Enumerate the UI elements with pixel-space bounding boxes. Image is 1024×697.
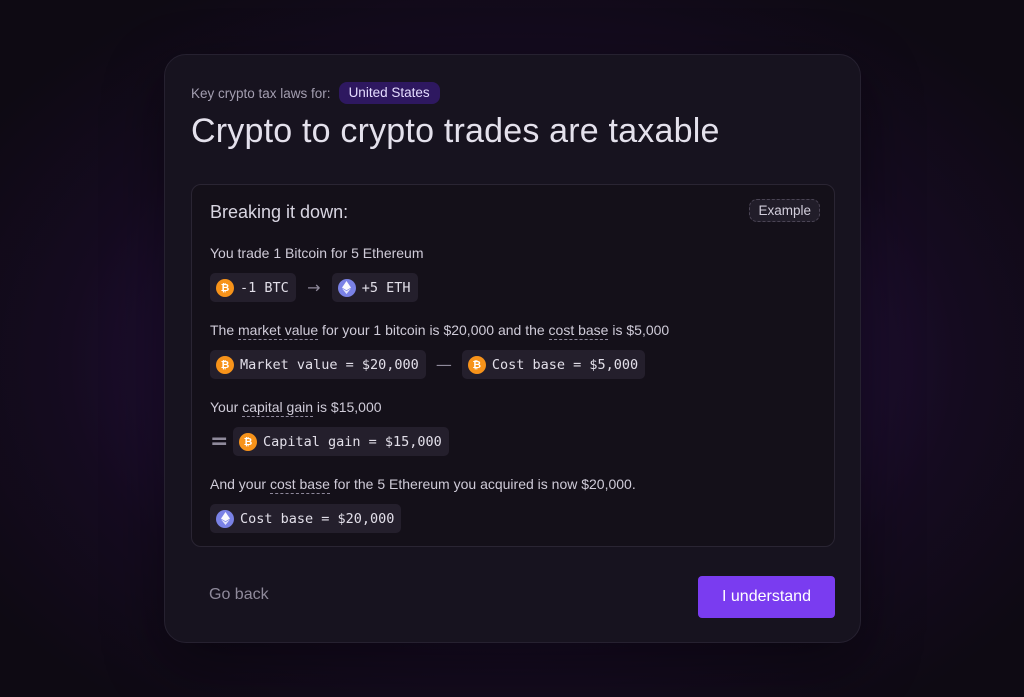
cost-base-chip: ₿ Cost base = $5,000 [461,350,646,379]
capital-gain-term[interactable]: capital gain [242,399,314,417]
step4-text: And your cost base for the 5 Ethereum yo… [210,476,636,494]
step2-row: ₿ Market value = $20,000 — ₿ Cost base =… [210,350,646,379]
chip-label: -1 BTC [240,279,289,296]
chip-label: Cost base = $5,000 [491,356,639,373]
text-segment: for the 5 Ethereum you acquired is now $… [329,476,636,492]
capital-gain-chip: ₿ Capital gain = $15,000 [233,427,449,456]
step2-text: The market value for your 1 bitcoin is $… [210,322,670,340]
step1-text: You trade 1 Bitcoin for 5 Ethereum [210,245,424,261]
example-badge: Example [749,199,820,222]
step1-row: ₿ -1 BTC → +5 ETH [210,273,418,302]
kicker-label: Key crypto tax laws for: [191,85,331,101]
text-segment: is $5,000 [608,322,670,338]
text-segment: The [210,322,239,338]
eth-credit-chip: +5 ETH [331,273,418,302]
go-back-button[interactable]: Go back [209,586,269,604]
eth-cost-base-chip: Cost base = $20,000 [210,504,402,533]
text-segment: for your 1 bitcoin is $20,000 and the [318,322,549,338]
step3-row: = ₿ Capital gain = $15,000 [210,427,449,456]
tax-law-dialog: Key crypto tax laws for: United States C… [164,54,861,643]
ethereum-icon [216,509,234,528]
market-value-term[interactable]: market value [238,322,319,340]
btc-debit-chip: ₿ -1 BTC [210,273,296,302]
i-understand-button[interactable]: I understand [698,576,835,618]
market-value-chip: ₿ Market value = $20,000 [210,350,426,379]
cost-base-term[interactable]: cost base [269,476,330,494]
step4-row: Cost base = $20,000 [210,504,402,533]
text-segment: Your [210,399,243,415]
panel-heading: Breaking it down: [210,202,349,222]
kicker: Key crypto tax laws for: United States [191,82,440,104]
chip-label: Cost base = $20,000 [240,510,395,527]
equals-operator: = [210,429,229,454]
country-badge[interactable]: United States [338,82,440,104]
step3-text: Your capital gain is $15,000 [210,399,382,417]
text-segment: And your [210,476,270,492]
cost-base-term[interactable]: cost base [548,322,609,340]
bitcoin-icon: ₿ [216,355,234,374]
arrow-right-icon: → [307,278,321,297]
bitcoin-icon: ₿ [239,432,257,451]
bitcoin-icon: ₿ [467,355,486,374]
ethereum-icon [337,278,356,297]
chip-label: +5 ETH [361,279,411,296]
minus-operator: — [435,355,452,374]
page-title: Crypto to crypto trades are taxable [191,112,720,150]
chip-label: Market value = $20,000 [240,356,419,373]
breakdown-panel: Breaking it down: Example You trade 1 Bi… [191,184,835,547]
text-segment: is $15,000 [313,399,382,415]
chip-label: Capital gain = $15,000 [263,433,442,450]
bitcoin-icon: ₿ [216,278,234,297]
